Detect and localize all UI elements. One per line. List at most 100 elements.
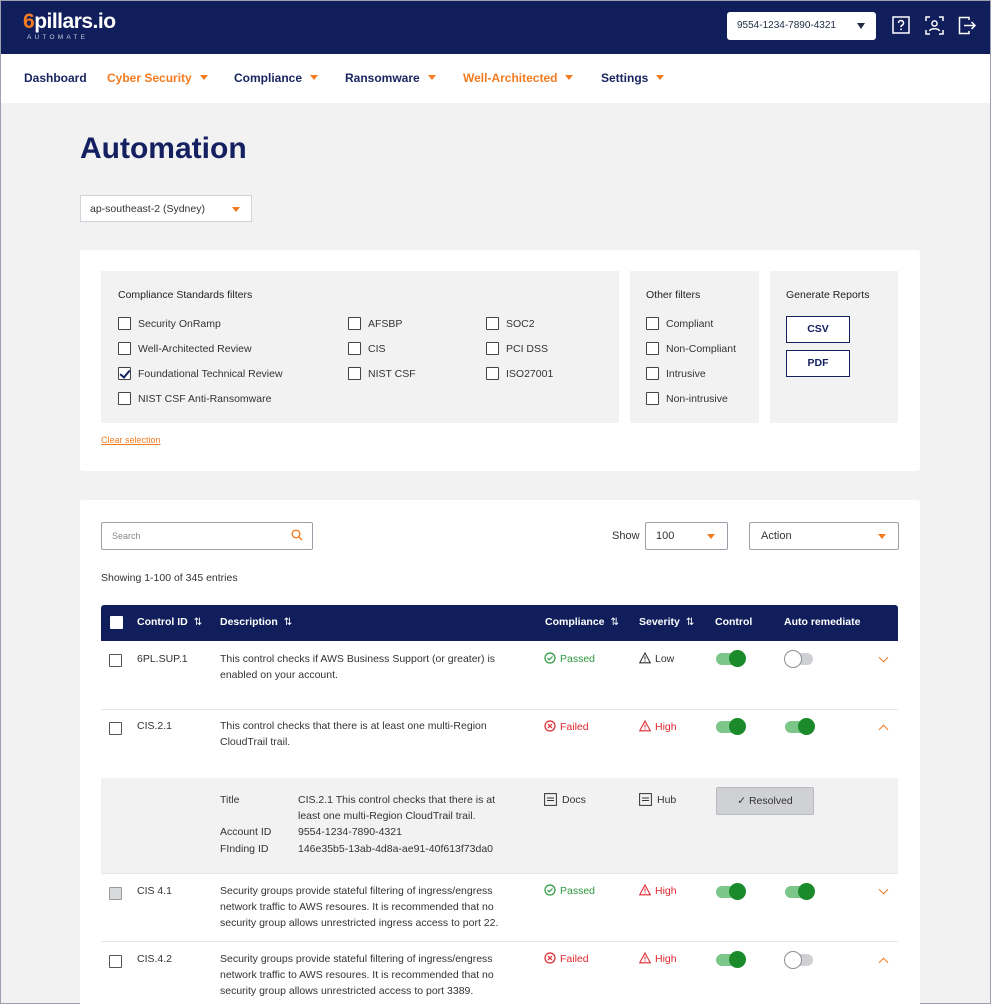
control-toggle[interactable] [716,883,746,900]
control-id: 6PL.SUP.1 [137,653,188,665]
region-select[interactable]: ap-southeast-2 (Sydney) [80,195,252,222]
row-divider [101,873,898,874]
sort-icon[interactable]: ⇅ [611,617,619,628]
nav-item-cyber-security[interactable]: Cyber Security [107,71,208,85]
control-toggle[interactable] [716,951,746,968]
row-checkbox[interactable] [109,722,122,735]
csv-button[interactable]: CSV [786,316,850,343]
check-icon: ✓ [737,795,747,807]
reports-title: Generate Reports [786,289,870,301]
checkbox[interactable] [118,392,131,405]
search-input[interactable]: Search [101,522,313,550]
logo-subtext: AUTOMATE [27,34,89,41]
hub-link[interactable]: Hub [639,793,676,806]
column-header-control-id[interactable]: Control ID ⇅ [137,616,202,628]
compliance-status: Failed [544,720,589,733]
checkbox-checked[interactable] [118,367,131,380]
auto-remediate-toggle[interactable] [784,951,813,969]
detail-title-label: Title [220,794,240,806]
page-size-select[interactable]: 100 [645,522,728,550]
nav-item-ransomware[interactable]: Ransomware [345,71,436,85]
select-all-checkbox[interactable] [110,616,123,629]
profile-scan-icon[interactable] [925,16,945,36]
checkbox[interactable] [646,317,659,330]
detail-account-label: Account ID [220,826,272,838]
checkbox[interactable] [486,367,499,380]
control-toggle[interactable] [716,718,746,735]
warning-icon [638,651,652,664]
check-circle-icon [544,884,556,896]
detail-finding-label: FInding ID [220,843,269,855]
chevron-down-icon [232,207,240,212]
severity: High [638,951,677,965]
control-id: CIS.4.2 [137,953,173,965]
checkbox[interactable] [486,317,499,330]
row-checkbox[interactable] [109,887,122,900]
sort-icon[interactable]: ⇅ [194,617,202,628]
document-icon [544,793,557,806]
sort-icon[interactable]: ⇅ [686,617,694,628]
checkbox[interactable] [118,342,131,355]
checkbox[interactable] [486,342,499,355]
row-checkbox[interactable] [109,654,122,667]
nav-item-dashboard[interactable]: Dashboard [24,71,87,85]
action-select[interactable]: Action [749,522,899,550]
control-toggle[interactable] [716,650,746,667]
detail-account-value: 9554-1234-7890-4321 [298,826,402,838]
account-select-value: 9554-1234-7890-4321 [737,20,836,31]
checkbox[interactable] [646,367,659,380]
nav-item-well-architected[interactable]: Well-Architected [463,71,574,85]
column-header-description[interactable]: Description ⇅ [220,616,292,628]
region-select-value: ap-southeast-2 (Sydney) [90,203,205,215]
search-icon[interactable] [291,529,303,543]
entries-count: Showing 1-100 of 345 entries [101,572,238,584]
logo[interactable]: 6pillars.io AUTOMATE [23,10,116,42]
help-icon[interactable] [892,16,912,36]
other-filter-title: Other filters [646,289,701,301]
column-header-compliance[interactable]: Compliance ⇅ [545,616,619,628]
chevron-down-icon [427,75,436,80]
hub-icon [639,793,652,806]
auto-remediate-toggle[interactable] [785,883,815,900]
nav-item-compliance[interactable]: Compliance [234,71,319,85]
compliance-filter-title: Compliance Standards filters [118,289,253,301]
clear-selection-link[interactable]: Clear selection [101,435,161,445]
checkbox[interactable] [348,342,361,355]
row-divider [101,709,898,710]
table-header: Control ID ⇅ Description ⇅ Compliance ⇅ Sev… [101,605,898,641]
checkbox[interactable] [348,367,361,380]
control-id: CIS 4.1 [137,885,173,897]
account-select[interactable]: 9554-1234-7890-4321 [727,12,876,40]
pdf-button[interactable]: PDF [786,350,850,377]
detail-finding-value: 146e35b5-13ab-4d8a-ae91-40f613f73da0 [298,843,494,855]
detail-title-value: CIS.2.1 This control checks that there i… [298,794,496,822]
nav-item-settings[interactable]: Settings [601,71,665,85]
checkbox[interactable] [646,392,659,405]
logout-icon[interactable] [958,16,978,36]
compliance-status: Passed [544,652,595,665]
sort-icon[interactable]: ⇅ [284,617,292,628]
chevron-down-icon [199,75,208,80]
description: This control checks if AWS Business Supp… [220,653,496,681]
column-header-severity[interactable]: Severity ⇅ [639,616,694,628]
row-divider [101,941,898,942]
chevron-down-icon [310,75,319,80]
checkbox[interactable] [348,317,361,330]
auto-remediate-toggle[interactable] [784,650,813,668]
severity: Low [638,651,674,665]
row-checkbox[interactable] [109,955,122,968]
action-select-label: Action [761,530,792,542]
top-bar: 6pillars.io AUTOMATE 9554-1234-7890-4321 [1,1,990,54]
severity: High [638,719,677,733]
page-title: Automation [80,132,247,165]
checkbox[interactable] [118,317,131,330]
auto-remediate-toggle[interactable] [785,718,815,735]
warning-icon [638,719,652,732]
chevron-down-icon [707,534,715,539]
checkbox[interactable] [646,342,659,355]
column-header-control: Control [715,616,753,628]
logo-text: 6pillars.io [23,10,116,33]
resolved-button[interactable]: ✓ Resolved [716,787,814,815]
docs-link[interactable]: Docs [544,793,586,806]
chevron-down-icon [656,75,665,80]
